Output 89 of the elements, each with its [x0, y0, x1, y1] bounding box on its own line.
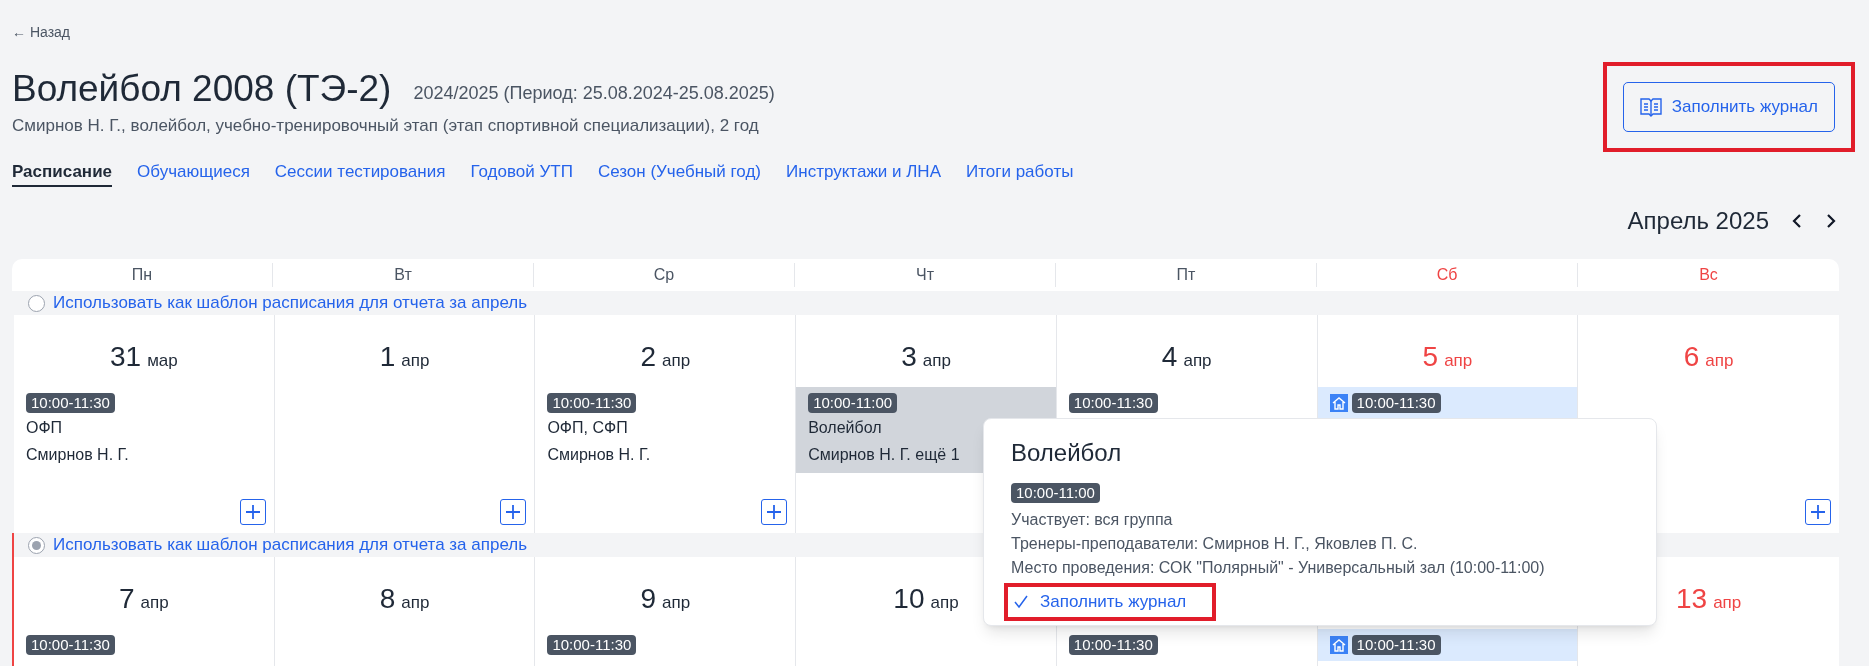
event-card[interactable]: 10:00-11:30 ОФП Смирнов Н. Г.	[14, 387, 274, 473]
plus-icon	[766, 504, 783, 520]
weekday-label: Ср	[653, 265, 675, 285]
weekday-label: Чт	[916, 265, 934, 285]
tab[interactable]: Инструктажи и ЛНА	[786, 158, 941, 187]
time-badge: 10:00-11:00	[808, 393, 898, 413]
popup-detail: Тренеры-преподаватели: Смирнов Н. Г., Яковлев П. С.	[1011, 534, 1419, 554]
day-month: апр	[1444, 350, 1473, 372]
day-number: 9	[640, 583, 656, 615]
add-button[interactable]	[1805, 499, 1831, 525]
event-card[interactable]: 10:00-11:30	[1056, 629, 1317, 661]
time-badge: 10:00-11:30	[1351, 393, 1441, 413]
event-card[interactable]: 10:00-11:30	[1317, 629, 1578, 661]
tab[interactable]: Годовой УТП	[470, 158, 573, 187]
plus-icon	[1810, 504, 1826, 520]
day-number: 7	[119, 583, 135, 615]
tab[interactable]: Расписание	[12, 158, 113, 187]
radio-button[interactable]	[28, 536, 45, 554]
time-badge: 10:00-11:30	[547, 393, 637, 413]
add-button[interactable]	[500, 499, 527, 525]
event-title: ОФП	[26, 418, 64, 438]
previous-icon[interactable]	[1791, 213, 1803, 229]
day-month: апр	[930, 592, 959, 614]
event-card[interactable]: 10:00-11:30	[535, 629, 796, 661]
page-title: Волейбол 2008 (ТЭ-2)	[12, 67, 392, 111]
tab[interactable]: Сессии тестирования	[274, 158, 446, 187]
house-icon	[1329, 636, 1348, 654]
group-description: Смирнов Н. Г., волейбол, учебно-тренировочный этап (этап спортивной специализации), 2 год	[12, 115, 760, 137]
tab[interactable]: Итоги работы	[965, 158, 1074, 187]
day-month: апр	[1705, 350, 1734, 372]
tab[interactable]: Сезон (Учебный год)	[597, 158, 762, 187]
time-badge: 10:00-11:30	[1068, 635, 1158, 655]
house-icon	[1329, 394, 1348, 412]
day-number: 6	[1683, 341, 1700, 373]
time-badge: 10:00-11:30	[1068, 393, 1158, 413]
book-icon	[1639, 97, 1662, 117]
fill-journal-button[interactable]: Заполнить журнал	[1622, 82, 1835, 132]
plus-icon	[505, 504, 522, 520]
template-option-label[interactable]: Использовать как шаблон расписания для отчета за апрель	[53, 290, 528, 316]
weekday-label: Пт	[1176, 265, 1196, 285]
weekday-label: Вт	[394, 265, 412, 285]
day-number: 3	[901, 341, 917, 373]
weekday-label: Вс	[1699, 265, 1718, 285]
add-button[interactable]	[239, 499, 266, 525]
day-month: мар	[147, 350, 178, 372]
day-month: апр	[922, 350, 951, 372]
popup-detail: Участвует: вся группа	[1011, 510, 1174, 530]
day-number: 10	[893, 583, 925, 615]
month-title: Апрель 2025	[1627, 206, 1769, 236]
check-icon	[1014, 594, 1028, 609]
time-badge: 10:00-11:30	[1351, 635, 1441, 655]
day-number: 4	[1161, 341, 1178, 373]
event-title: Волейбол	[808, 418, 883, 438]
template-option-label[interactable]: Использовать как шаблон расписания для отчета за апрель	[53, 532, 528, 558]
weekday-label: Пн	[131, 265, 153, 285]
time-badge: 10:00-11:30	[26, 393, 115, 413]
day-month: апр	[662, 350, 691, 372]
period-text: 2024/2025 (Период: 25.08.2024-25.08.2025)	[413, 82, 775, 105]
event-coach: Смирнов Н. Г.	[26, 445, 130, 465]
radio-button[interactable]	[28, 294, 45, 312]
time-badge: 10:00-11:30	[547, 635, 637, 655]
day-month: апр	[662, 592, 691, 614]
day-month: апр	[140, 592, 169, 614]
day-number: 8	[379, 583, 396, 615]
next-icon[interactable]	[1825, 213, 1837, 229]
day-month: апр	[1183, 350, 1212, 372]
day-month: апр	[401, 592, 430, 614]
day-number: 5	[1422, 341, 1439, 373]
event-coach: Смирнов Н. Г.	[547, 445, 652, 465]
time-badge: 10:00-11:00	[1011, 483, 1100, 503]
event-card[interactable]: 10:00-11:30 ОФП, СФП Смирнов Н. Г.	[535, 387, 796, 473]
event-title: ОФП, СФП	[547, 418, 629, 438]
back-link[interactable]: ← Назад	[12, 22, 70, 43]
add-button[interactable]	[761, 499, 788, 525]
event-card[interactable]: 10:00-11:30	[1317, 387, 1578, 419]
tab[interactable]: Обучающиеся	[137, 158, 250, 187]
weekday-label: Сб	[1436, 265, 1458, 285]
fill-journal-link[interactable]: Заполнить журнал	[1014, 589, 1207, 615]
event-card[interactable]: 10:00-11:30	[14, 629, 274, 661]
day-month: апр	[1713, 592, 1742, 614]
event-card[interactable]: 10:00-11:30	[1056, 387, 1317, 419]
day-month: апр	[401, 350, 430, 372]
time-badge: 10:00-11:30	[26, 635, 115, 655]
day-number: 1	[379, 341, 396, 373]
popup-detail: Место проведения: СОК "Полярный" - Универсальный зал (10:00-11:00)	[1011, 558, 1546, 578]
day-number: 31	[109, 341, 142, 373]
day-number: 13	[1676, 583, 1708, 615]
plus-icon	[244, 504, 261, 520]
day-number: 2	[640, 341, 656, 373]
